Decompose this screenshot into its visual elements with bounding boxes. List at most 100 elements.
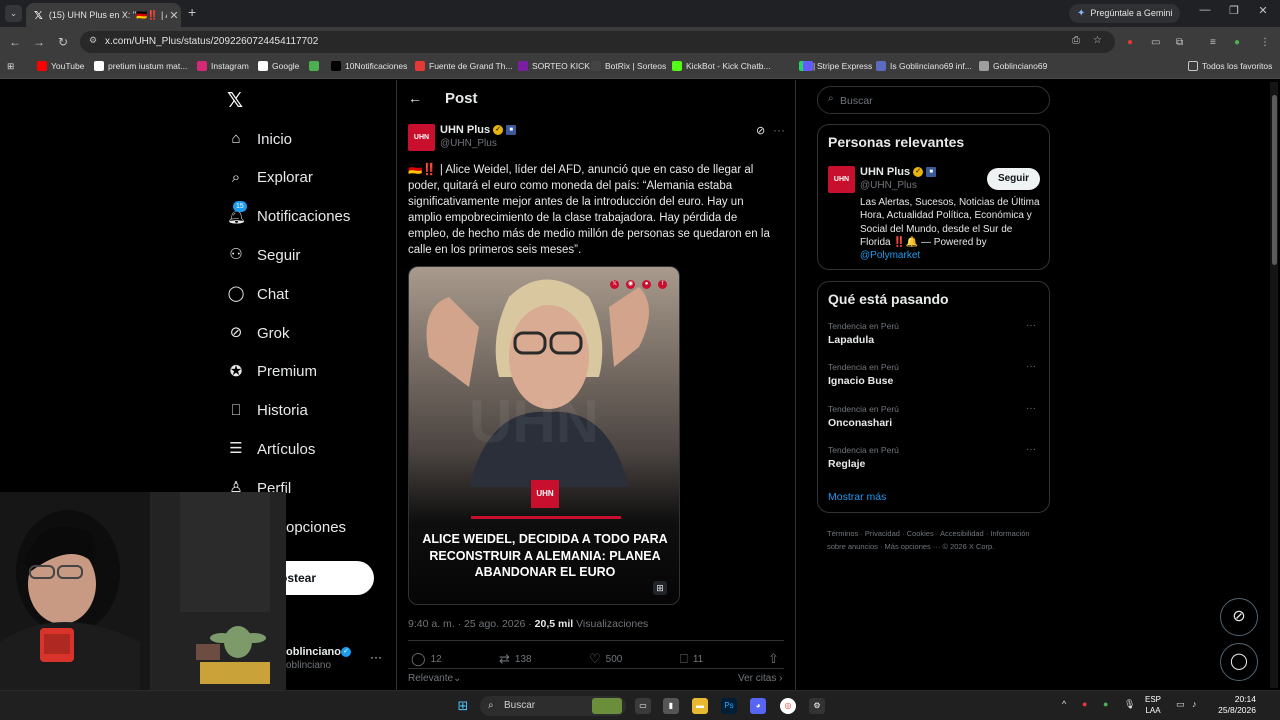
bookmark-item[interactable]: Google xyxy=(258,61,299,71)
browser-tab[interactable]: 𝕏 (15) UHN Plus en X: "🇩🇪‼️ | Ali ✕ xyxy=(26,3,181,27)
gemini-button[interactable]: ✦ Pregúntale a Gemini xyxy=(1069,4,1181,23)
bookmark-item[interactable]: Instagram xyxy=(197,61,249,71)
restore-icon[interactable]: ❐ xyxy=(1224,4,1244,17)
bookmark-item[interactable]: SORTEO KICK xyxy=(518,61,590,71)
bookmark-star-icon[interactable]: ☆ xyxy=(1093,35,1102,46)
bookmark-item[interactable]: KickBot - Kick Chatb... xyxy=(672,61,771,71)
site-info-icon[interactable]: ⚙ xyxy=(89,35,97,46)
profile-avatar-icon[interactable]: ● xyxy=(1234,37,1240,48)
bookmark-item[interactable]: YouTube xyxy=(37,61,84,71)
photoshop-icon[interactable]: Ps xyxy=(721,698,737,714)
close-window-icon[interactable]: ✕ xyxy=(1253,4,1273,17)
tray-app-icon[interactable]: ● xyxy=(1103,699,1108,709)
bookmark-item[interactable]: Stripe Express xyxy=(803,61,872,71)
tray-mic-icon[interactable]: 🎙 xyxy=(1124,699,1135,710)
tray-app-icon[interactable]: ● xyxy=(1082,699,1087,709)
install-icon[interactable]: ⎙ xyxy=(1072,35,1080,46)
nav-item-premium[interactable]: ✪ Premium xyxy=(227,360,317,384)
nav-item-home[interactable]: ⌂ Inicio xyxy=(227,127,292,151)
clock[interactable]: 20:14 25/8/2026 xyxy=(1210,694,1256,716)
extension-icon[interactable]: ● xyxy=(1127,37,1133,48)
taskbar-search[interactable]: ⌕ Buscar xyxy=(480,696,626,716)
sort-dropdown[interactable]: Relevante⌄ xyxy=(408,673,461,684)
extension-icon[interactable]: ▭ xyxy=(1151,37,1160,48)
repost-button[interactable]: ⇄ 138 xyxy=(499,651,532,667)
follow-button[interactable]: Seguir xyxy=(987,168,1040,190)
share-button[interactable]: ⇧ xyxy=(768,651,784,667)
post-more-icon[interactable]: ··· xyxy=(773,123,785,137)
new-tab-button[interactable]: + xyxy=(188,4,202,20)
windows-start-icon[interactable]: ⊞ xyxy=(455,698,471,714)
reply-button[interactable]: ◯ 12 xyxy=(411,651,442,667)
author-handle[interactable]: @UHN_Plus xyxy=(440,138,497,149)
nav-item-articles[interactable]: ☰ Artículos xyxy=(227,437,315,461)
grok-explain-icon[interactable]: ⊘ xyxy=(756,124,765,137)
bookmark-item[interactable]: pretium iustum mat... xyxy=(94,61,187,71)
trend-more-icon[interactable]: ··· xyxy=(1026,361,1036,372)
task-view-icon[interactable]: ▭ xyxy=(635,698,651,714)
trend-name[interactable]: Reglaje xyxy=(828,458,865,470)
network-icon[interactable]: ▭ xyxy=(1176,699,1185,710)
trend-name[interactable]: Onconashari xyxy=(828,417,892,429)
nav-item-more[interactable]: ⋯opciones xyxy=(286,515,346,539)
post-image[interactable]: UHN 𝕏 ◉ ● f UHN ALICE WEIDEL, DECIDIDA A… xyxy=(408,266,680,605)
nav-item-bell[interactable]: 🔔︎ 15 Notificaciones xyxy=(227,200,350,229)
nav-item-grok[interactable]: ⊘ Grok xyxy=(227,321,290,345)
bookmark-item[interactable]: Fuente de Grand Th... xyxy=(415,61,512,71)
trend-more-icon[interactable]: ··· xyxy=(1026,403,1036,414)
all-bookmarks[interactable]: Todos los favoritos xyxy=(1188,61,1272,71)
apps-icon[interactable]: ⊞ xyxy=(7,61,14,72)
grok-fab-icon[interactable]: ⊘ xyxy=(1220,598,1258,636)
language-indicator[interactable]: ESP LAA xyxy=(1145,694,1161,716)
media-icon[interactable]: ≡ xyxy=(1210,37,1216,48)
nav-item-follow[interactable]: ⚇ Seguir xyxy=(227,243,300,267)
author-name[interactable]: UHN Plus ✓ ■ xyxy=(440,124,517,136)
tray-chevron-icon[interactable]: ^ xyxy=(1062,699,1066,709)
bio-link[interactable]: @Polymarket xyxy=(860,250,920,261)
nav-item-search[interactable]: ⌕ Explorar xyxy=(227,166,313,190)
relevant-avatar[interactable]: UHN xyxy=(828,166,855,193)
back-icon[interactable]: ← xyxy=(7,35,23,49)
minimize-icon[interactable]: — xyxy=(1195,4,1215,16)
nav-item-chat[interactable]: ◯ Chat xyxy=(227,282,289,306)
menu-icon[interactable]: ⋮ xyxy=(1260,37,1270,48)
chrome-icon[interactable]: ◎ xyxy=(780,698,796,714)
bookmark-item[interactable]: Is Goblinciano69 inf... xyxy=(876,61,972,71)
view-quotes-link[interactable]: Ver citas › xyxy=(738,673,782,684)
show-more-link[interactable]: Mostrar más xyxy=(828,491,886,503)
tab-search-button[interactable]: ⌄ xyxy=(5,5,22,22)
bookmark-item[interactable]: Goblinciano69 xyxy=(979,61,1047,71)
x-logo-icon[interactable]: 𝕏 xyxy=(227,88,243,113)
back-arrow-icon[interactable]: ← xyxy=(408,90,422,106)
bookmark-item[interactable] xyxy=(309,61,323,71)
address-bar[interactable]: ⚙ x.com/UHN_Plus/status/2092260724454117… xyxy=(80,31,1115,53)
account-name[interactable]: oblinciano xyxy=(286,646,341,658)
image-grok-icon[interactable]: ⊞ xyxy=(653,581,667,595)
close-tab-icon[interactable]: ✕ xyxy=(167,9,181,22)
discord-icon[interactable]: ◕ xyxy=(750,698,766,714)
forward-icon[interactable]: → xyxy=(31,35,47,49)
file-explorer-icon[interactable]: ▬ xyxy=(692,698,708,714)
relevant-name[interactable]: UHN Plus ✓ ■ xyxy=(860,166,937,178)
trend-more-icon[interactable]: ··· xyxy=(1026,444,1036,455)
bookmark-item[interactable]: BotRix | Sorteos xyxy=(591,61,666,71)
bookmark-item[interactable]: 10Notificaciones xyxy=(331,61,407,71)
author-avatar[interactable]: UHN xyxy=(408,124,435,151)
trend-name[interactable]: Lapadula xyxy=(828,334,874,346)
app-icon[interactable]: ⚙ xyxy=(809,698,825,714)
search-box[interactable]: ⌕ Buscar xyxy=(817,86,1050,114)
trend-name[interactable]: Ignacio Buse xyxy=(828,375,893,387)
bookmark-button[interactable]: ⎕ 11 xyxy=(680,651,703,667)
account-more-icon[interactable]: ··· xyxy=(370,650,382,664)
trend-more-icon[interactable]: ··· xyxy=(1026,320,1036,331)
app-icon[interactable]: ▮ xyxy=(663,698,679,714)
scrollbar-thumb[interactable] xyxy=(1272,95,1277,265)
footer-links[interactable]: Términos · Privacidad · Cookies · Accesi… xyxy=(827,527,1047,553)
like-button[interactable]: ♡ 500 xyxy=(589,651,622,667)
volume-icon[interactable]: ♪ xyxy=(1192,699,1197,709)
reload-icon[interactable]: ↻ xyxy=(55,35,71,49)
messages-fab-icon[interactable]: ◯ xyxy=(1220,643,1258,681)
extensions-puzzle-icon[interactable]: ⧉ xyxy=(1176,37,1183,48)
nav-item-bookmark[interactable]: ⎕ Historia xyxy=(227,399,307,423)
post-time[interactable]: 9:40 a. m. · 25 ago. 2026 · xyxy=(408,618,535,630)
